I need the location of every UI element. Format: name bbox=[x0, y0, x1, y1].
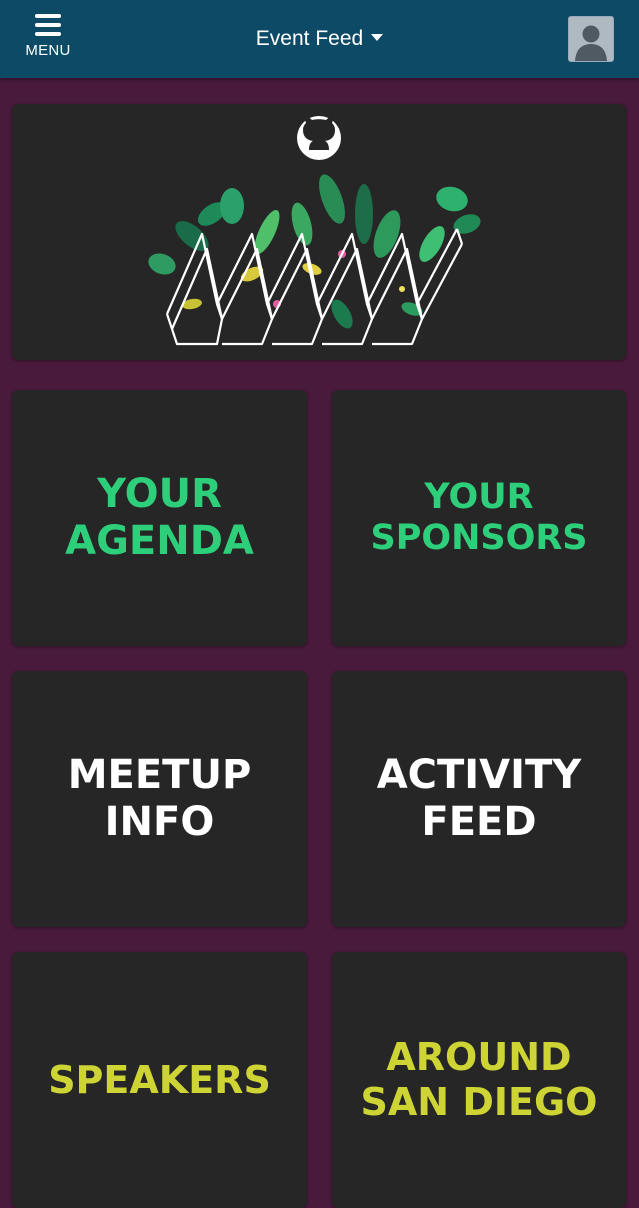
top-navigation-bar: MENU Event Feed bbox=[0, 0, 639, 78]
event-feed-dropdown[interactable]: Event Feed bbox=[0, 27, 639, 51]
activity-feed-label: ACTIVITY FEED bbox=[376, 751, 582, 845]
caret-down-icon bbox=[371, 34, 384, 41]
your-agenda-tile[interactable]: YOUR AGENDA bbox=[12, 390, 307, 646]
page-title: Event Feed bbox=[255, 27, 364, 50]
speakers-tile[interactable]: SPEAKERS bbox=[12, 952, 307, 1208]
user-silhouette-icon bbox=[569, 17, 613, 61]
event-artwork bbox=[148, 116, 481, 346]
speakers-label: SPEAKERS bbox=[48, 1057, 271, 1102]
profile-avatar-button[interactable] bbox=[568, 16, 614, 62]
meetup-info-tile[interactable]: MEETUP INFO bbox=[12, 671, 307, 927]
event-logo-outline bbox=[165, 228, 464, 346]
your-agenda-label: YOUR AGENDA bbox=[65, 470, 254, 564]
event-banner bbox=[12, 104, 626, 360]
around-san-diego-label: AROUND SAN DIEGO bbox=[360, 1035, 598, 1124]
github-octocat-icon bbox=[297, 116, 341, 160]
around-san-diego-tile[interactable]: AROUND SAN DIEGO bbox=[332, 952, 626, 1208]
plant-illustration bbox=[148, 174, 481, 329]
your-sponsors-label: YOUR SPONSORS bbox=[370, 476, 588, 558]
meetup-info-label: MEETUP INFO bbox=[67, 751, 252, 845]
activity-feed-tile[interactable]: ACTIVITY FEED bbox=[332, 671, 626, 927]
your-sponsors-tile[interactable]: YOUR SPONSORS bbox=[332, 390, 626, 646]
